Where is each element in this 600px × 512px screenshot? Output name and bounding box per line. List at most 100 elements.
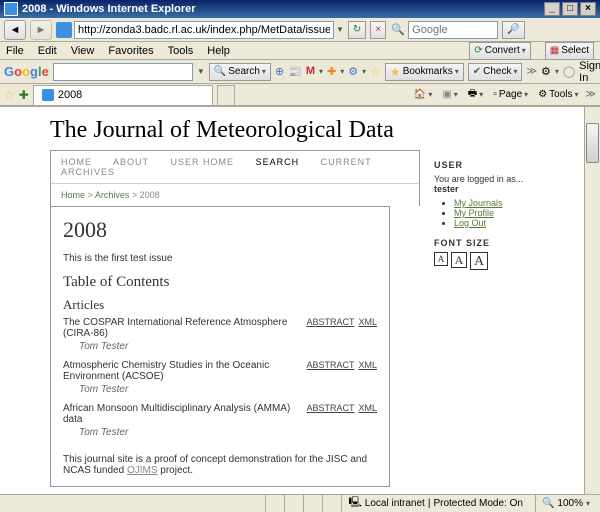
check-icon: ✔	[473, 66, 481, 77]
nav-current[interactable]: CURRENT	[321, 157, 372, 167]
google-logo: Google	[4, 64, 49, 79]
article-title[interactable]: Atmospheric Chemistry Studies in the Oce…	[63, 360, 302, 382]
new-tab-button[interactable]	[217, 85, 235, 105]
breadcrumb-home[interactable]: Home	[61, 190, 85, 200]
breadcrumb-archives[interactable]: Archives	[95, 190, 130, 200]
chevrons-icon[interactable]: ≫	[526, 66, 536, 77]
browser-search-input[interactable]	[408, 21, 498, 39]
tools-menu[interactable]: ⚙Tools▾	[535, 89, 581, 100]
convert-button[interactable]: ⟳Convert▾	[469, 42, 530, 60]
computer-icon: 🖳	[348, 495, 361, 512]
minimize-button[interactable]: _	[544, 2, 560, 16]
tab-title: 2008	[58, 89, 82, 101]
logout-link[interactable]: Log Out	[454, 218, 486, 228]
abstract-link[interactable]: ABSTRACT	[306, 360, 354, 370]
issue-title: 2008	[63, 217, 377, 243]
vertical-scrollbar[interactable]	[584, 107, 600, 506]
star-icon: ★	[390, 65, 401, 79]
search-go-button[interactable]: 🔎	[502, 21, 524, 39]
address-input[interactable]	[74, 21, 334, 39]
add-favorite-icon[interactable]: ✚	[19, 88, 29, 102]
print-button[interactable]: 🖶▾	[465, 86, 486, 103]
xml-link[interactable]: XML	[358, 317, 377, 327]
search-icon: 🔍	[214, 66, 226, 77]
article-title[interactable]: African Monsoon Multidisciplinary Analys…	[63, 403, 302, 425]
journal-title: The Journal of Meteorological Data	[50, 117, 550, 144]
blogger-icon[interactable]: ✚	[327, 65, 336, 79]
page-menu[interactable]: ▫Page▾	[490, 89, 531, 100]
logged-in-text: You are logged in as...	[434, 174, 550, 184]
news-icon[interactable]: 📰	[288, 65, 302, 79]
gear-icon: ⚙	[538, 89, 547, 100]
fontsize-small[interactable]: A	[434, 252, 448, 266]
select-icon: ▦	[550, 45, 559, 56]
abstract-link[interactable]: ABSTRACT	[306, 317, 354, 327]
xml-link[interactable]: XML	[358, 403, 377, 413]
refresh-button[interactable]: ↻	[348, 21, 366, 39]
security-zone: 🖳Local intranet | Protected Mode: On	[341, 495, 529, 512]
menu-tools[interactable]: Tools	[168, 45, 194, 57]
feeds-button[interactable]: ▣▾	[439, 89, 460, 100]
address-dropdown[interactable]: ▼	[336, 25, 344, 34]
favorites-star-icon[interactable]: ☆	[4, 88, 15, 102]
forward-button[interactable]: ►	[30, 20, 52, 40]
back-button[interactable]: ◄	[4, 20, 26, 40]
my-profile-link[interactable]: My Profile	[454, 208, 494, 218]
nav-search[interactable]: SEARCH	[256, 157, 300, 167]
close-button[interactable]: ×	[580, 2, 596, 16]
more-icon[interactable]: ⚙	[348, 65, 358, 79]
footer-note: This journal site is a proof of concept …	[63, 454, 377, 476]
menu-favorites[interactable]: Favorites	[108, 45, 153, 57]
menu-view[interactable]: View	[71, 45, 95, 57]
google-search-input[interactable]	[53, 63, 193, 81]
zoom-level[interactable]: 🔍100%▾	[535, 495, 596, 512]
arrow-right-icon: ►	[36, 24, 47, 36]
fontsize-large[interactable]: A	[470, 252, 488, 270]
username: tester	[434, 184, 550, 194]
tab-2008[interactable]: 2008	[33, 85, 213, 105]
article-item: Atmospheric Chemistry Studies in the Oce…	[63, 360, 377, 395]
breadcrumb-current: 2008	[140, 190, 160, 200]
bookmark-star-icon[interactable]: ☆	[370, 65, 381, 79]
page-icon: ▫	[493, 89, 497, 100]
signin-link[interactable]: Sign In	[579, 60, 600, 84]
check-button[interactable]: ✔Check▾	[468, 63, 523, 81]
my-journals-link[interactable]: My Journals	[454, 198, 503, 208]
fontsize-heading: FONT SIZE	[434, 238, 550, 248]
nav-userhome[interactable]: USER HOME	[171, 157, 235, 167]
sidebar: USER You are logged in as... tester My J…	[420, 150, 550, 487]
toolbar-chevrons-icon[interactable]: ≫	[586, 89, 596, 100]
select-button[interactable]: ▦Select	[545, 42, 594, 60]
journal-nav: HOME ABOUT USER HOME SEARCH CURRENT ARCH…	[50, 150, 420, 183]
breadcrumb: Home > Archives > 2008	[50, 183, 420, 206]
issue-description: This is the first test issue	[63, 253, 377, 264]
settings-icon[interactable]: ⚙	[541, 65, 551, 79]
abstract-link[interactable]: ABSTRACT	[306, 403, 354, 413]
scrollbar-thumb[interactable]	[586, 123, 599, 163]
gmail-icon[interactable]: M	[306, 65, 315, 79]
nav-about[interactable]: ABOUT	[113, 157, 149, 167]
nav-home[interactable]: HOME	[61, 157, 92, 167]
ie-icon	[4, 2, 18, 16]
google-search-button[interactable]: 🔍Search▾	[209, 63, 271, 81]
stop-icon: ×	[375, 24, 381, 35]
article-author: Tom Tester	[63, 341, 377, 352]
share-icon[interactable]: ⊕	[275, 65, 284, 79]
maximize-button[interactable]: □	[562, 2, 578, 16]
tab-bar: ☆ ✚ 2008 🏠▾ ▣▾ 🖶▾ ▫Page▾ ⚙Tools▾ ≫	[0, 84, 600, 106]
bookmarks-button[interactable]: ★Bookmarks▾	[385, 63, 464, 81]
toc-heading: Table of Contents	[63, 274, 377, 291]
nav-archives[interactable]: ARCHIVES	[61, 167, 115, 177]
menu-help[interactable]: Help	[207, 45, 230, 57]
articles-heading: Articles	[63, 297, 377, 313]
home-button[interactable]: 🏠▾	[411, 89, 435, 100]
ojims-link[interactable]: OJIMS	[127, 465, 158, 476]
menu-edit[interactable]: Edit	[38, 45, 57, 57]
xml-link[interactable]: XML	[358, 360, 377, 370]
menu-file[interactable]: File	[6, 45, 24, 57]
print-icon: 🖶	[468, 86, 477, 103]
fontsize-medium[interactable]: A	[451, 252, 467, 268]
google-dropdown[interactable]: ▼	[197, 67, 205, 76]
article-title[interactable]: The COSPAR International Reference Atmos…	[63, 317, 302, 339]
stop-button[interactable]: ×	[370, 21, 386, 39]
